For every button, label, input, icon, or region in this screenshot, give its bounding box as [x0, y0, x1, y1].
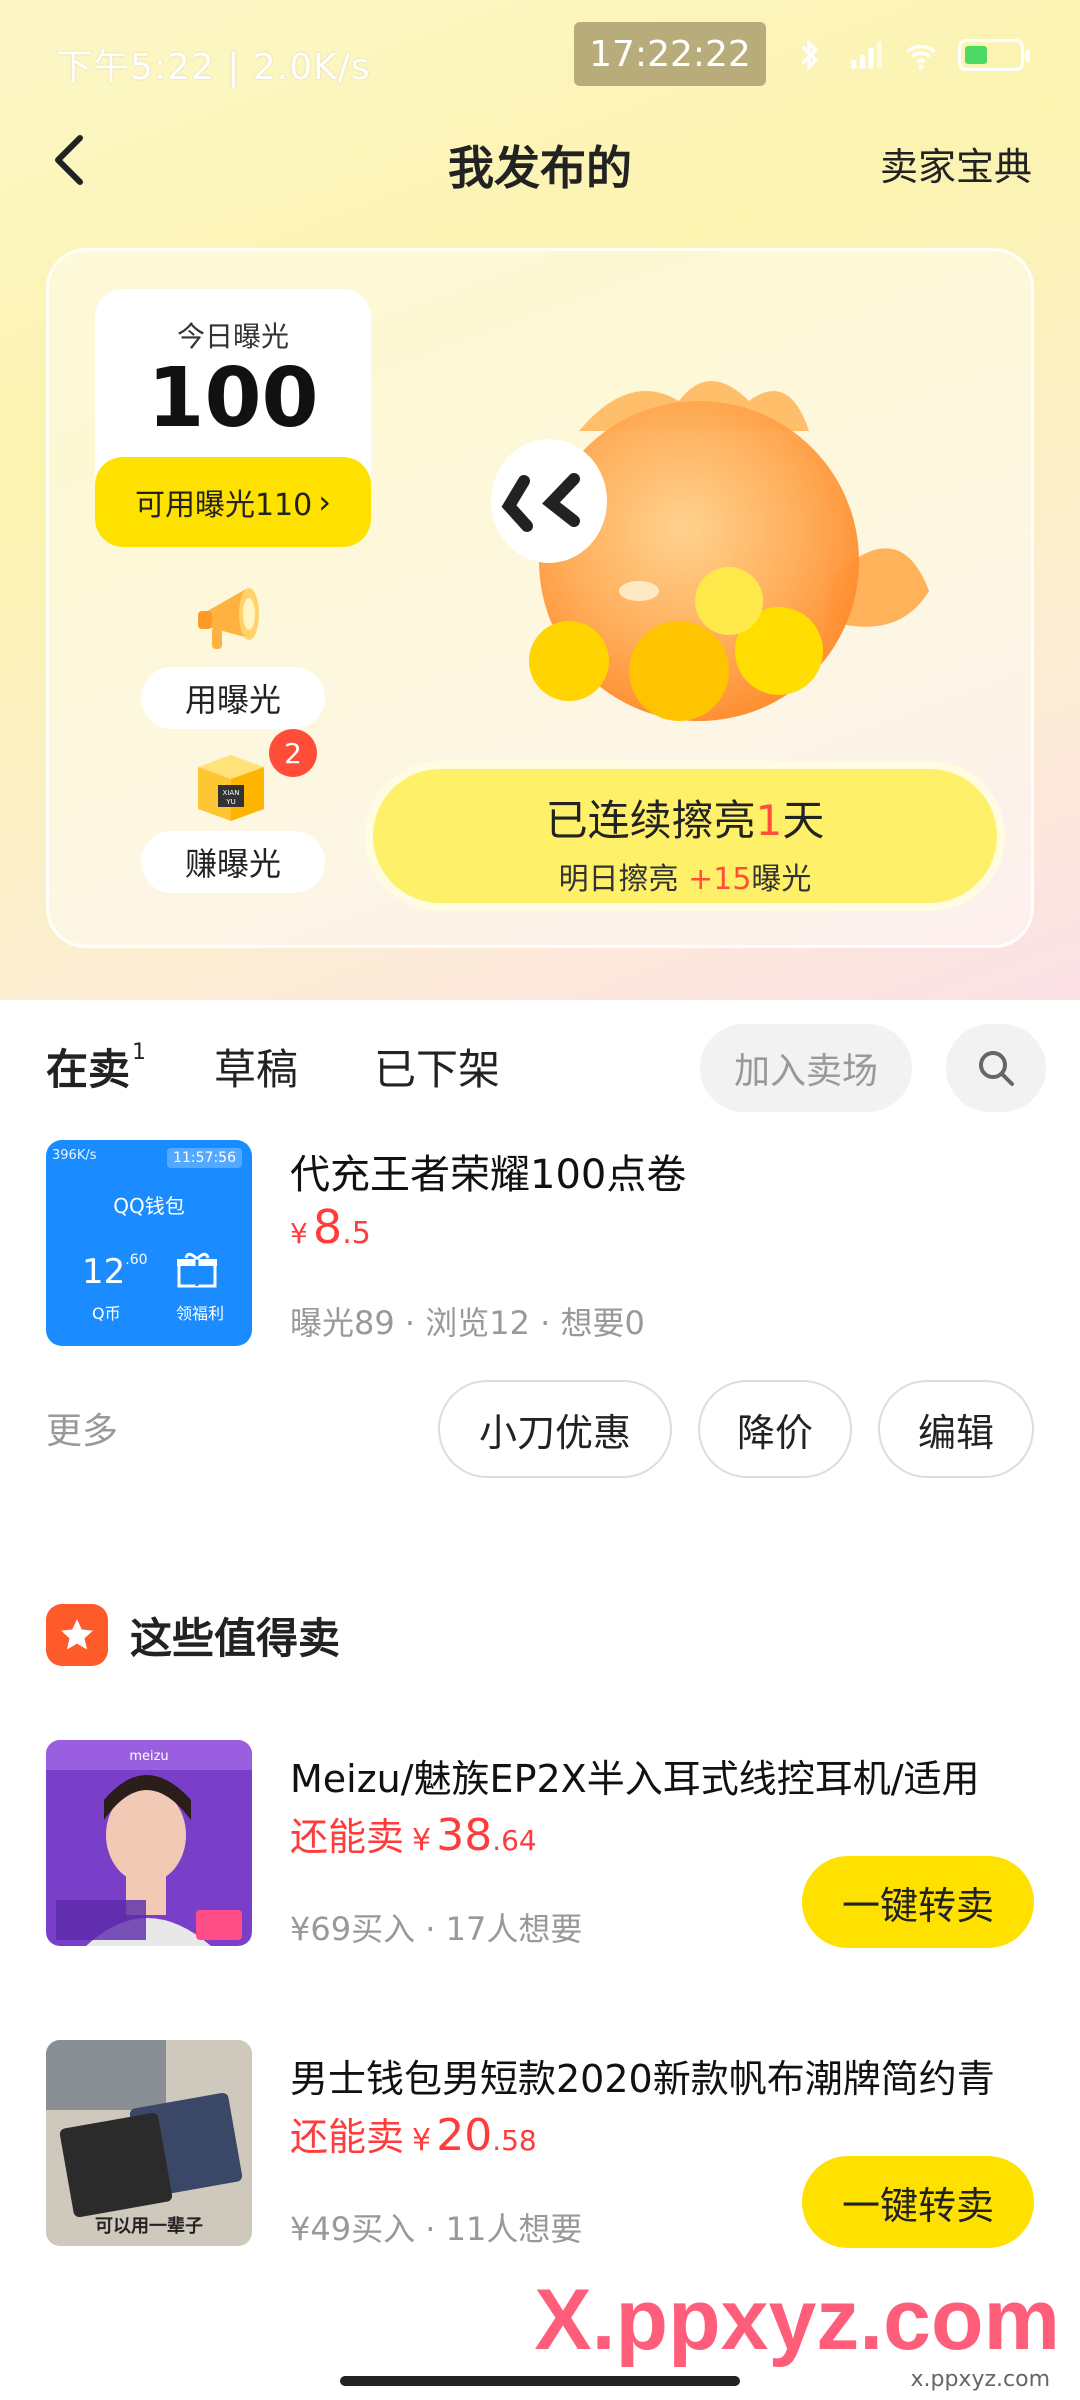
use-exposure-label: 用曝光 — [141, 667, 325, 729]
xianyu-box-icon: XIAN YU — [198, 755, 264, 821]
reduce-price-button[interactable]: 降价 — [698, 1380, 852, 1478]
wallet-product-image: 可以用一辈子 — [46, 2040, 252, 2246]
watermark-sub: x.ppxyz.com — [910, 2367, 1050, 2392]
thumb-coin-dec: .60 — [125, 1252, 148, 1268]
price-decimal: .58 — [492, 2124, 537, 2157]
thumb-coin-unit: Q币 — [92, 1304, 121, 1323]
tab-off-shelf[interactable]: 已下架 — [374, 1036, 500, 1097]
status-icons — [790, 38, 1030, 72]
status-left-text: 下午5:22 | 2.0K/s — [56, 47, 371, 88]
pufferfish-mascot-illustration — [491, 381, 929, 721]
search-icon — [979, 1051, 1014, 1086]
recommend-item-price: 还能卖 ¥ 20.58 — [290, 2106, 537, 2161]
wifi-icon — [906, 44, 936, 70]
status-time: 17:22:22 — [574, 22, 766, 86]
recommend-item-meta: ¥69买入 · 17人想要 — [290, 1910, 583, 1948]
today-exposure-value: 100 — [147, 351, 319, 446]
thumb-gift-label: 领福利 — [176, 1304, 225, 1323]
recommend-section-title: 这些值得卖 — [130, 1613, 341, 1663]
earn-exposure-badge: 2 — [269, 729, 317, 777]
listing-item[interactable]: 396K/s 11:57:56 QQ钱包 12.60 Q币 领福利 代充王者荣耀… — [0, 1130, 1080, 1500]
tomorrow-prefix: 明日擦亮 — [558, 862, 679, 897]
recommend-item-title: Meizu/魅族EP2X半入耳式线控耳机/适用 — [290, 1757, 980, 1801]
thumb-wallet-text: QQ钱包 — [113, 1194, 185, 1218]
join-market-button[interactable]: 加入卖场 — [700, 1024, 912, 1112]
megaphone-icon — [198, 588, 259, 649]
listing-tabs: 在卖1 草稿 已下架 加入卖场 — [0, 1000, 1080, 1130]
available-exposure-label: 可用曝光110 — [134, 488, 313, 523]
price-integer: 8 — [312, 1200, 343, 1254]
gift-icon — [177, 1252, 217, 1288]
streak-banner[interactable]: 已连续擦亮1天 明日擦亮 +15曝光 — [365, 761, 1005, 911]
tomorrow-bonus: +15 — [688, 862, 752, 897]
tab-drafts[interactable]: 草稿 — [214, 1036, 298, 1097]
earn-exposure-label: 赚曝光 — [141, 831, 325, 893]
edit-button[interactable]: 编辑 — [878, 1380, 1034, 1478]
price-integer: 20 — [436, 2110, 493, 2161]
status-bar: 下午5:22 | 2.0K/s 17:22:22 — [0, 0, 1080, 120]
streak-prefix: 已连续擦亮 — [545, 796, 756, 845]
chevron-right-icon: › — [318, 483, 332, 521]
earn-exposure-button[interactable]: XIAN YU 2 赚曝光 — [141, 729, 325, 893]
sell-label: 还能卖 — [290, 1815, 405, 1859]
star-icon — [46, 1604, 108, 1666]
tab-on-sale-label: 在卖 — [46, 1045, 131, 1094]
bluetooth-icon — [800, 38, 819, 72]
today-exposure-box: 今日曝光 100 可用曝光110 › — [95, 289, 371, 547]
recommend-item-title: 男士钱包男短款2020新款帆布潮牌简约青 — [290, 2057, 995, 2101]
listing-title: 代充王者荣耀100点卷 — [290, 1152, 687, 1198]
price-symbol: ¥ — [412, 2123, 432, 2158]
seller-guide-link[interactable]: 卖家宝典 — [880, 136, 1032, 191]
tab-on-sale[interactable]: 在卖1 — [41, 1036, 151, 1097]
recommend-item[interactable]: 可以用一辈子 男士钱包男短款2020新款帆布潮牌简约青 还能卖 ¥ 20.58 ¥… — [0, 2040, 1080, 2280]
thumb-clock-text: 11:57:56 — [167, 1148, 242, 1168]
recommend-section-header: 这些值得卖 — [46, 1600, 340, 1670]
available-exposure-button[interactable]: 可用曝光110 › — [95, 457, 371, 547]
home-indicator[interactable] — [340, 2376, 740, 2386]
recommend-item-price: 还能卖 ¥ 38.64 — [290, 1806, 537, 1861]
streak-days: 1 — [755, 796, 783, 845]
price-symbol: ¥ — [290, 1217, 308, 1250]
streak-suffix: 天 — [782, 796, 825, 845]
tomorrow-bonus-text: 明日擦亮 +15曝光 — [373, 854, 997, 898]
one-click-resell-button[interactable]: 一键转卖 — [802, 2156, 1034, 2248]
sell-label: 还能卖 — [290, 2115, 405, 2159]
price-integer: 38 — [436, 1810, 493, 1861]
earphones-product-image: meizu — [46, 1740, 252, 1946]
listing-price: ¥ 8.5 — [290, 1200, 371, 1254]
thumb-speed-text: 396K/s — [52, 1148, 97, 1163]
thumb-coin-amount: 12.60 — [82, 1252, 148, 1292]
listing-stats: 曝光89 · 浏览12 · 想要0 — [290, 1304, 645, 1342]
tomorrow-suffix: 曝光 — [751, 862, 812, 897]
nav-header: 我发布的 卖家宝典 — [0, 110, 1080, 210]
svg-text:XIAN: XIAN — [223, 789, 240, 797]
price-decimal: .64 — [492, 1824, 537, 1857]
one-click-resell-button[interactable]: 一键转卖 — [802, 1856, 1034, 1948]
battery-icon — [958, 39, 1030, 71]
use-exposure-button[interactable]: 用曝光 — [141, 577, 325, 729]
signal-icon — [851, 41, 882, 69]
exposure-card: 今日曝光 100 可用曝光110 › 用曝光 XIAN YU 2 赚曝光 已连续… — [46, 248, 1034, 948]
thumb-coin-int: 12 — [82, 1252, 126, 1292]
search-button[interactable] — [946, 1024, 1046, 1112]
tab-on-sale-count: 1 — [132, 1040, 147, 1065]
recommend-item-meta: ¥49买入 · 11人想要 — [290, 2210, 583, 2248]
svg-text:YU: YU — [225, 798, 235, 806]
streak-text: 已连续擦亮1天 — [373, 787, 997, 848]
recommend-item[interactable]: meizu Meizu/魅族EP2X半入耳式线控耳机/适用 还能卖 ¥ 38.64… — [0, 1740, 1080, 1980]
wallet-image-caption: 可以用一辈子 — [95, 2216, 203, 2237]
small-discount-button[interactable]: 小刀优惠 — [438, 1380, 672, 1478]
svg-text:meizu: meizu — [129, 1749, 168, 1764]
today-exposure-label: 今日曝光 — [176, 320, 289, 353]
price-decimal: .5 — [342, 1216, 371, 1251]
more-button[interactable]: 更多 — [46, 1402, 118, 1454]
listing-thumbnail: 396K/s 11:57:56 QQ钱包 12.60 Q币 领福利 — [46, 1140, 252, 1346]
watermark: X.ppxyz.com — [534, 2272, 1060, 2368]
price-symbol: ¥ — [412, 1823, 432, 1858]
